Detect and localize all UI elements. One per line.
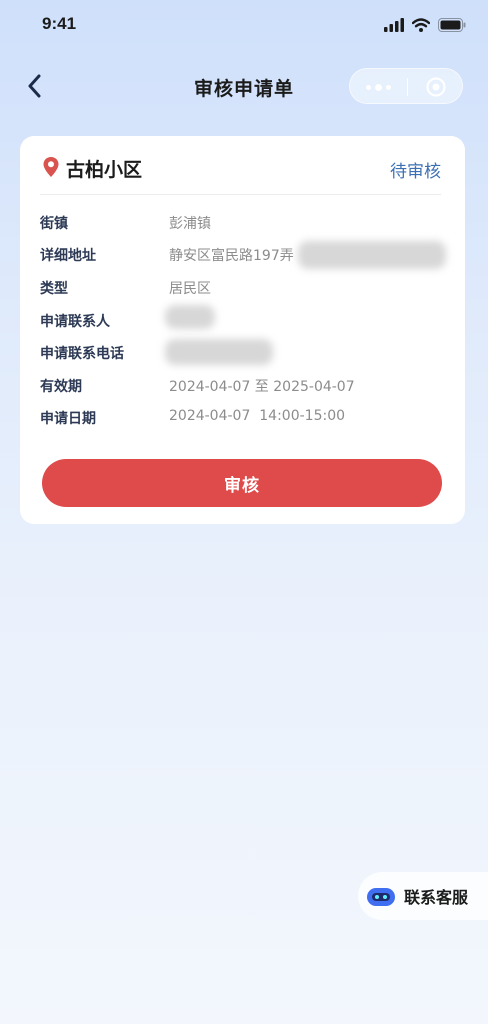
info-value: 静安区富民路197弄	[169, 248, 294, 264]
more-dot	[386, 84, 391, 90]
review-button[interactable]: 审核	[42, 459, 442, 507]
customer-service-button[interactable]: 联系客服	[358, 872, 488, 920]
mini-program-capsule	[349, 68, 463, 104]
info-row-validity: 有效期 2024-04-07 至 2025-04-07	[40, 376, 445, 396]
info-row-contact-name: 申请联系人	[40, 305, 445, 331]
info-value: 2024-04-07 至 2025-04-07	[169, 379, 355, 395]
more-button[interactable]	[350, 69, 407, 105]
wifi-icon	[412, 18, 430, 32]
redacted-blur	[165, 339, 273, 365]
info-value: 彭浦镇	[169, 216, 211, 232]
more-dot	[375, 83, 382, 91]
info-row-type: 类型 居民区	[40, 278, 445, 298]
info-value: 2024-04-07 14:00-15:00	[169, 408, 346, 424]
info-label: 申请联系电话	[40, 346, 124, 362]
signal-icon	[384, 18, 404, 32]
status-time: 9:41	[42, 14, 77, 33]
info-row-street: 街镇 彭浦镇	[40, 213, 445, 233]
redacted-blur	[165, 305, 215, 329]
target-close-icon	[426, 77, 446, 97]
robot-icon	[367, 888, 395, 906]
redacted-blur	[298, 241, 446, 269]
nav-bar: 审核申请单	[0, 60, 488, 112]
status-bar: 9:41	[0, 0, 488, 52]
info-label: 详细地址	[40, 248, 96, 264]
info-label: 街镇	[40, 216, 68, 232]
close-button[interactable]	[408, 69, 464, 105]
info-label: 类型	[40, 281, 68, 297]
status-badge: 待审核	[390, 162, 441, 182]
customer-service-label: 联系客服	[404, 888, 469, 907]
more-dot	[366, 84, 371, 90]
info-row-address: 详细地址 静安区富民路197弄	[40, 241, 446, 269]
info-row-apply-date: 申请日期 2024-04-07 14:00-15:00	[40, 408, 445, 428]
application-card: 古柏小区 待审核 街镇 彭浦镇 详细地址 静安区富民路197弄 类型 居民区 申…	[20, 136, 465, 524]
info-label: 有效期	[40, 379, 82, 395]
info-label: 申请联系人	[40, 314, 110, 330]
divider	[40, 194, 441, 195]
info-row-contact-phone: 申请联系电话	[40, 339, 445, 365]
community-name: 古柏小区	[66, 159, 143, 181]
status-icons	[384, 18, 466, 32]
card-header: 古柏小区 待审核	[20, 136, 465, 196]
info-label: 申请日期	[40, 411, 96, 427]
info-value: 居民区	[169, 281, 211, 297]
battery-icon	[438, 18, 466, 32]
location-pin-icon	[43, 157, 59, 177]
